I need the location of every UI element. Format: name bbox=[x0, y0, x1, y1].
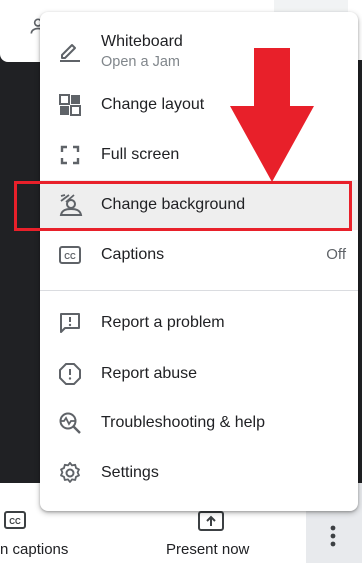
fullscreen-icon bbox=[58, 143, 82, 167]
svg-text:CC: CC bbox=[64, 252, 76, 261]
captions-menu-label: Captions bbox=[101, 246, 165, 263]
more-vert-icon bbox=[330, 525, 336, 552]
menu-divider bbox=[40, 290, 358, 291]
svg-text:CC: CC bbox=[9, 517, 21, 526]
layout-icon bbox=[58, 93, 82, 117]
troubleshoot-icon bbox=[58, 411, 82, 435]
cc-icon: CC bbox=[58, 243, 82, 267]
report-icon bbox=[58, 362, 82, 386]
report-abuse-label: Report abuse bbox=[101, 365, 198, 382]
captions-label: n captions bbox=[0, 541, 69, 558]
red-arrow-annotation bbox=[230, 48, 314, 187]
feedback-icon bbox=[58, 311, 82, 335]
full-screen-label: Full screen bbox=[101, 146, 180, 163]
cc-icon: CC bbox=[4, 511, 26, 533]
menu-item-troubleshooting[interactable]: Troubleshooting & help bbox=[40, 398, 358, 448]
settings-label: Settings bbox=[101, 464, 159, 481]
menu-item-captions[interactable]: CC Captions Off bbox=[40, 230, 358, 280]
highlight-box bbox=[14, 181, 352, 231]
whiteboard-sublabel: Open a Jam bbox=[101, 54, 180, 70]
meeting-video-area bbox=[0, 0, 40, 483]
troubleshooting-label: Troubleshooting & help bbox=[101, 414, 265, 431]
whiteboard-label: Whiteboard bbox=[101, 33, 183, 50]
present-now-label: Present now bbox=[166, 541, 250, 558]
menu-item-settings[interactable]: Settings bbox=[40, 448, 358, 498]
gear-icon bbox=[58, 461, 82, 485]
present-icon bbox=[198, 511, 224, 535]
change-layout-label: Change layout bbox=[101, 96, 205, 113]
menu-item-report-problem[interactable]: Report a problem bbox=[40, 298, 358, 348]
menu-item-report-abuse[interactable]: Report abuse bbox=[40, 349, 358, 399]
pen-icon bbox=[58, 38, 82, 62]
report-problem-label: Report a problem bbox=[101, 314, 225, 331]
captions-status: Off bbox=[326, 246, 346, 263]
